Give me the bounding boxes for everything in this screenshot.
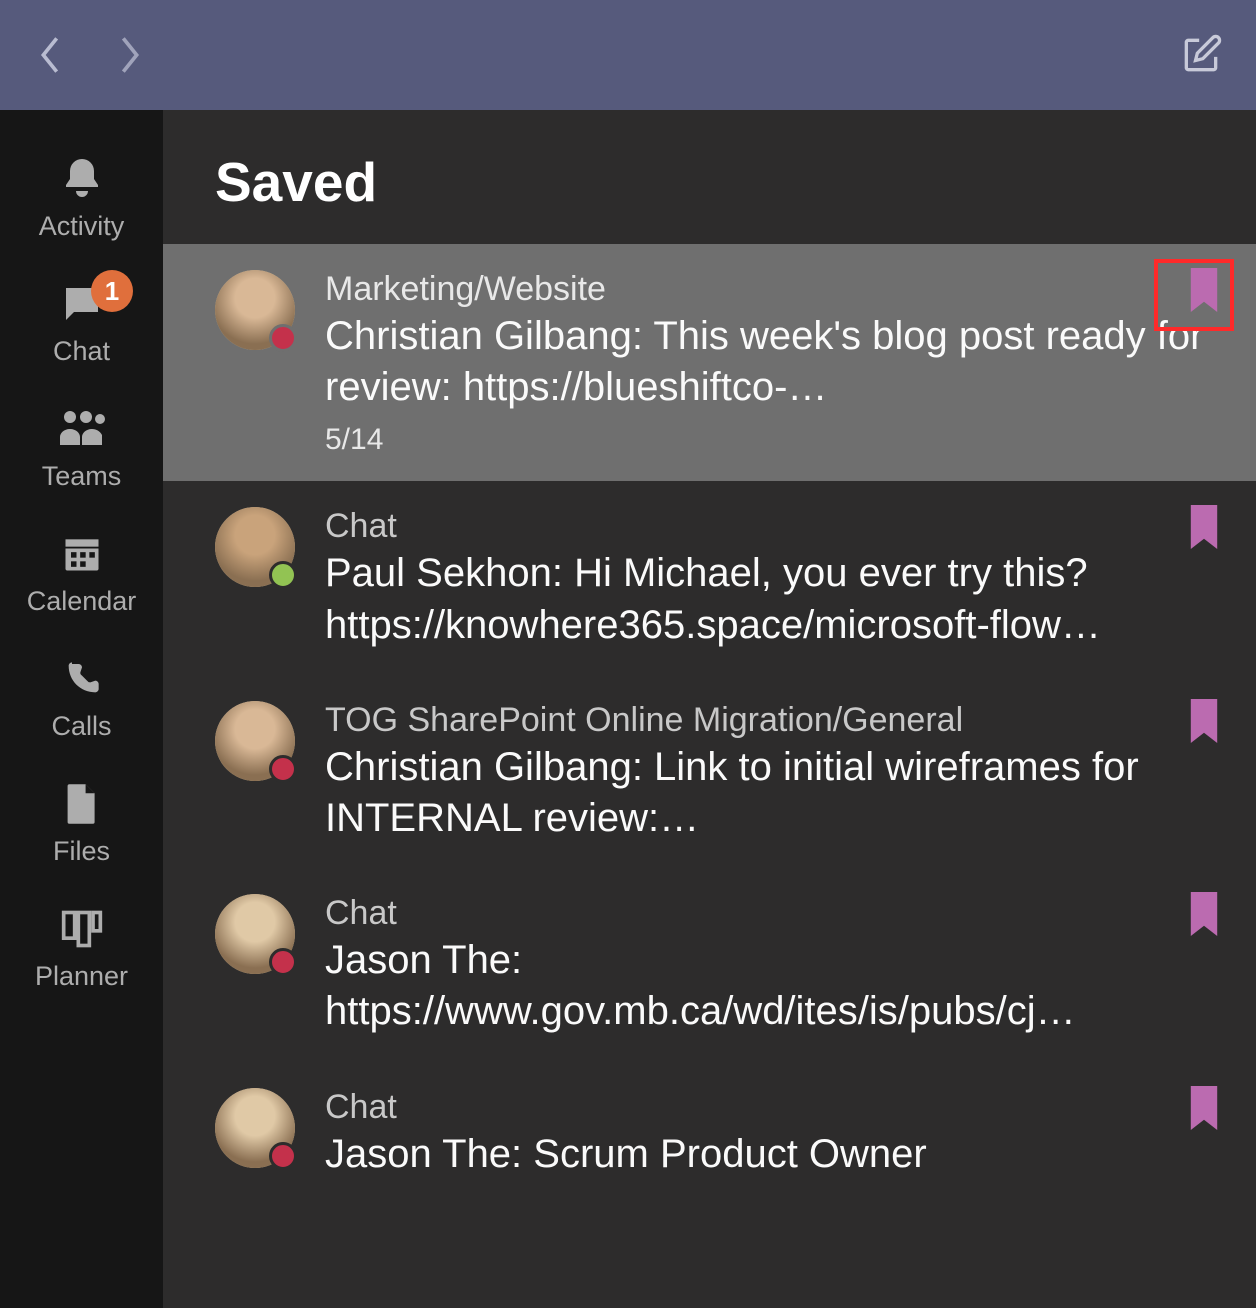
- item-channel: Chat: [325, 894, 1204, 933]
- presence-indicator: [269, 948, 297, 976]
- rail-chat-label: Chat: [53, 336, 110, 367]
- bookmark-icon[interactable]: [1186, 1086, 1222, 1130]
- saved-item[interactable]: Marketing/WebsiteChristian Gilbang: This…: [163, 244, 1256, 481]
- title-bar: [0, 0, 1256, 110]
- back-button[interactable]: [30, 35, 70, 75]
- phone-icon: [56, 653, 108, 705]
- bookmark-icon[interactable]: [1186, 892, 1222, 936]
- item-message: Christian Gilbang: Link to initial wiref…: [325, 742, 1204, 844]
- saved-item[interactable]: ChatJason The: https://www.gov.mb.ca/wd/…: [163, 868, 1256, 1061]
- chat-badge: 1: [91, 270, 133, 312]
- rail-calendar-label: Calendar: [27, 586, 137, 617]
- planner-icon: [56, 903, 108, 955]
- item-channel: Chat: [325, 507, 1204, 546]
- rail-teams-label: Teams: [42, 461, 122, 492]
- rail-chat[interactable]: Chat 1: [0, 260, 163, 385]
- avatar: [215, 270, 295, 350]
- rail-calendar[interactable]: Calendar: [0, 510, 163, 635]
- rail-teams[interactable]: Teams: [0, 385, 163, 510]
- chevron-left-icon: [36, 35, 64, 75]
- saved-list: Marketing/WebsiteChristian Gilbang: This…: [163, 244, 1256, 1308]
- item-message: Paul Sekhon: Hi Michael, you ever try th…: [325, 548, 1204, 650]
- rail-calls[interactable]: Calls: [0, 635, 163, 760]
- rail-calls-label: Calls: [51, 711, 111, 742]
- presence-indicator: [269, 561, 297, 589]
- saved-item[interactable]: TOG SharePoint Online Migration/GeneralC…: [163, 675, 1256, 868]
- bookmark-icon[interactable]: [1186, 699, 1222, 743]
- chevron-right-icon: [116, 35, 144, 75]
- teams-icon: [56, 403, 108, 455]
- rail-planner-label: Planner: [35, 961, 128, 992]
- item-channel: TOG SharePoint Online Migration/General: [325, 701, 1204, 740]
- bell-icon: [56, 153, 108, 205]
- bookmark-icon[interactable]: [1186, 268, 1222, 312]
- content-pane: Saved Marketing/WebsiteChristian Gilbang…: [163, 110, 1256, 1308]
- item-channel: Chat: [325, 1088, 1204, 1127]
- presence-indicator: [269, 324, 297, 352]
- item-date: 5/14: [325, 423, 1204, 457]
- calendar-icon: [56, 528, 108, 580]
- compose-button[interactable]: [1176, 30, 1226, 80]
- avatar: [215, 1088, 295, 1168]
- saved-item[interactable]: ChatJason The: Scrum Product Owner: [163, 1062, 1256, 1204]
- item-message: Christian Gilbang: This week's blog post…: [325, 311, 1204, 413]
- saved-item[interactable]: ChatPaul Sekhon: Hi Michael, you ever tr…: [163, 481, 1256, 674]
- rail-files-label: Files: [53, 836, 110, 867]
- avatar: [215, 894, 295, 974]
- rail-activity-label: Activity: [39, 211, 125, 242]
- presence-indicator: [269, 755, 297, 783]
- rail-files[interactable]: Files: [0, 760, 163, 885]
- rail-activity[interactable]: Activity: [0, 135, 163, 260]
- page-title: Saved: [215, 150, 1204, 214]
- rail-planner[interactable]: Planner: [0, 885, 163, 1010]
- avatar: [215, 701, 295, 781]
- bookmark-icon[interactable]: [1186, 505, 1222, 549]
- item-message: Jason The: Scrum Product Owner: [325, 1129, 1204, 1180]
- app-rail: Activity Chat 1 Teams Calendar Calls: [0, 110, 163, 1308]
- item-channel: Marketing/Website: [325, 270, 1204, 309]
- forward-button[interactable]: [110, 35, 150, 75]
- presence-indicator: [269, 1142, 297, 1170]
- nav-arrows: [30, 35, 150, 75]
- avatar: [215, 507, 295, 587]
- item-message: Jason The: https://www.gov.mb.ca/wd/ites…: [325, 935, 1204, 1037]
- compose-icon: [1179, 33, 1223, 77]
- file-icon: [56, 778, 108, 830]
